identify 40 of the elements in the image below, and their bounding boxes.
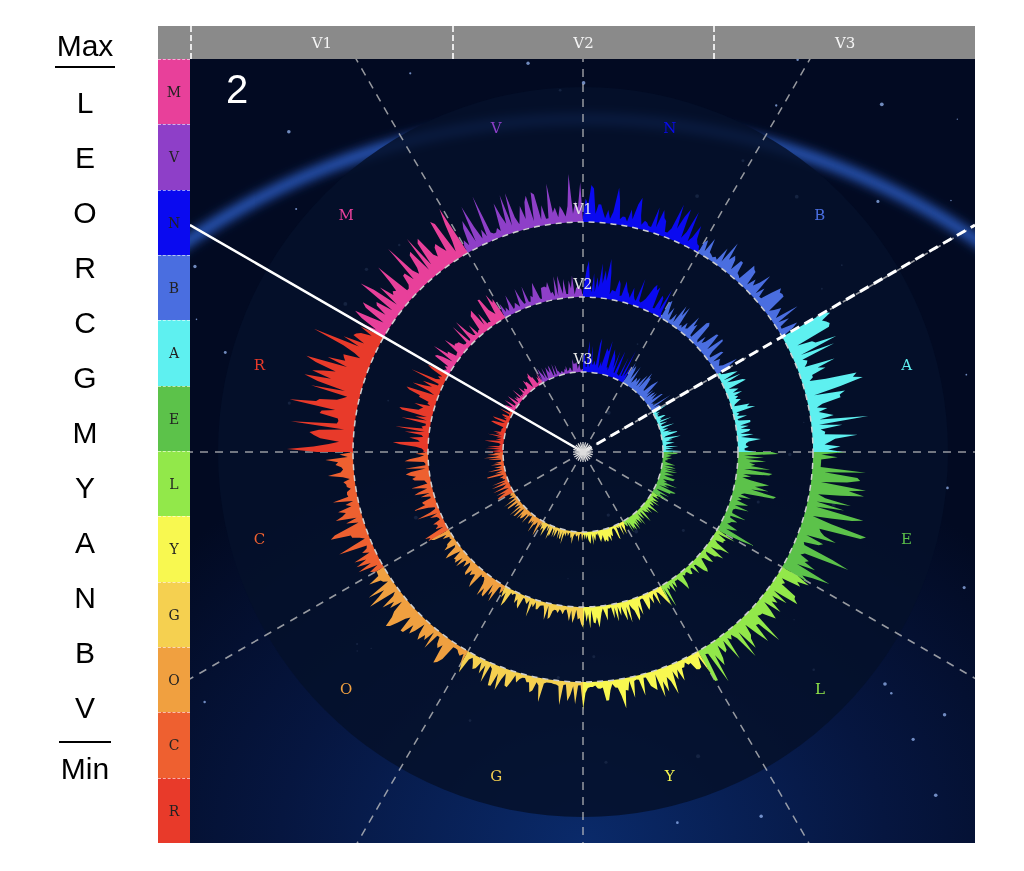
legend-swatch: M: [158, 59, 190, 125]
legend-swatch: R: [158, 777, 190, 843]
legend-swatch: G: [158, 581, 190, 647]
sector-label: R: [253, 356, 266, 375]
sector-label: L: [814, 679, 825, 698]
sector-label: V: [490, 119, 502, 138]
legend-swatch: B: [158, 255, 190, 321]
sector-label: N: [663, 119, 677, 138]
sector-label: O: [339, 679, 353, 698]
scale-label: R: [74, 250, 96, 286]
sector-label: C: [253, 529, 266, 548]
panel-number: 2: [226, 67, 249, 112]
sector-label: G: [490, 766, 503, 785]
scale-label: M: [72, 415, 98, 451]
scale-label: E: [75, 140, 95, 176]
scale-label: L: [76, 85, 94, 121]
scale-min-label: Min: [58, 741, 112, 795]
sector-label: Y: [664, 766, 675, 785]
legend-swatch: E: [158, 385, 190, 451]
scale-label: B: [75, 635, 95, 671]
sector-label: B: [814, 206, 826, 225]
scale-label: N: [74, 580, 96, 616]
scale-label: O: [73, 195, 97, 231]
scale-label: Y: [75, 470, 95, 506]
legend-swatch: Y: [158, 516, 190, 582]
scale-label: A: [75, 525, 95, 561]
sector-label: M: [338, 206, 354, 225]
sector-label: A: [901, 356, 912, 375]
legend-swatch: N: [158, 189, 190, 255]
sector-label: E: [901, 529, 913, 548]
legend-swatch: V: [158, 124, 190, 190]
legend-swatch: O: [158, 646, 190, 713]
legend-swatch: A: [158, 320, 190, 386]
center-star-icon: [572, 441, 594, 463]
scale-label: C: [74, 305, 96, 341]
scale-label: V: [75, 690, 95, 726]
legend-swatch: L: [158, 450, 190, 517]
legend-swatch: C: [158, 712, 190, 778]
scale-max-label: Max: [54, 26, 116, 68]
scale-label: G: [73, 360, 97, 396]
